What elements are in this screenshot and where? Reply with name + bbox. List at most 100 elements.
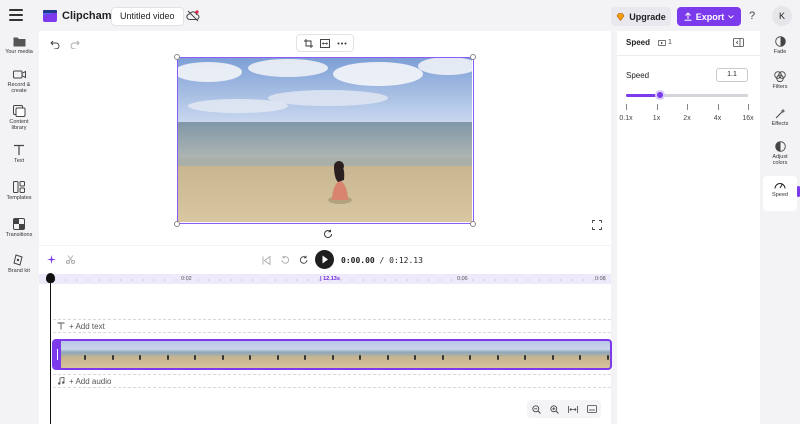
folder-icon [13,37,25,47]
slider-thumb[interactable] [655,90,666,100]
rewind-5-icon[interactable] [280,255,290,265]
camera-icon [12,70,26,79]
playback-controls: 0:00.00 / 0:12.13 [39,246,611,274]
ruler-dot [65,279,67,281]
rotate-icon[interactable] [323,229,333,239]
sidebar-item-record-create[interactable]: Record & create [0,69,38,94]
upgrade-button[interactable]: Upgrade [611,7,671,26]
undo-icon[interactable] [50,39,60,49]
sidebar-item-label: Templates [6,195,32,201]
ruler-dot [450,279,452,281]
video-clip-icon [658,39,666,46]
tab-adjust-colors[interactable]: Adjust colors [760,141,800,166]
more-options-icon[interactable] [337,42,347,45]
resize-handle[interactable] [470,54,476,60]
ruler-dot [395,279,397,281]
slider-tick-label: 1x [652,115,661,122]
current-time: 0:00.00 [341,256,375,265]
text-track[interactable]: + Add text [53,319,611,333]
speed-value-input[interactable]: 1.1 [716,68,748,82]
resize-handle[interactable] [470,221,476,227]
resize-handle[interactable] [174,54,180,60]
ruler-dot [285,279,287,281]
sidebar-item-content-library[interactable]: Content library [0,105,38,131]
speed-slider[interactable] [626,90,748,100]
text-icon [57,322,65,330]
crop-icon[interactable] [303,38,313,48]
ruler-dot [571,279,573,281]
sidebar-item-label: Transitions [5,232,33,238]
ruler-dot [582,279,584,281]
tab-speed[interactable]: Speed [760,180,800,198]
split-icon[interactable] [66,255,75,264]
sidebar-item-your-media[interactable]: Your media [0,36,38,55]
transitions-icon [13,218,25,230]
export-button[interactable]: Export [677,7,741,26]
resize-handle[interactable] [174,221,180,227]
avatar[interactable]: K [772,6,792,26]
sidebar-item-text[interactable]: Text [0,144,38,164]
tab-label: Speed [772,192,788,198]
tab-label: Adjust colors [772,154,788,166]
collapse-panel-icon[interactable] [733,38,744,47]
redo-icon[interactable] [70,39,80,49]
fit-timeline-icon[interactable] [567,405,578,414]
sidebar-item-label: Your media [5,49,33,55]
skip-back-icon[interactable] [262,256,271,265]
clipchamp-logo-icon [43,10,57,22]
ruler-dot [252,279,254,281]
fit-icon[interactable] [319,38,330,48]
ruler-dot [351,279,353,281]
sidebar-item-label: Content library [9,119,29,131]
ruler-tick-label: 0:06 [457,276,468,282]
zoom-in-icon[interactable] [549,404,559,414]
sidebar-item-brand-kit[interactable]: Brand kit [0,254,38,274]
ruler-dot [340,279,342,281]
video-preview[interactable] [177,57,474,224]
gem-icon [616,12,625,21]
caption-icon[interactable] [586,405,597,413]
zoom-out-icon[interactable] [531,404,541,414]
library-icon [12,105,25,117]
ruler-dot [153,279,155,281]
clip-trim-handle[interactable] [54,341,61,368]
ruler-dot [164,279,166,281]
fullscreen-icon[interactable] [592,220,602,230]
play-button[interactable] [315,250,334,269]
sidebar-item-templates[interactable]: Templates [0,181,38,201]
magic-icon[interactable] [47,255,56,264]
ruler-dot [87,279,89,281]
clip-thumbnail-figure [607,355,609,360]
ruler-dot [549,279,551,281]
slider-tick [748,104,749,110]
ruler-dot [230,279,232,281]
tab-filters[interactable]: Filters [760,71,800,90]
templates-icon [13,181,25,193]
sidebar-item-transitions[interactable]: Transitions [0,218,38,238]
top-bar: Clipchamp Untitled video Upgrade Export … [0,0,800,32]
help-button[interactable]: ? [749,10,755,22]
tab-effects[interactable]: Effects [760,108,800,127]
ruler-dot [483,279,485,281]
speed-panel: Speed 1 Speed 1.1 0.1x 1x 2x 4x 16x [617,31,760,424]
timeline-ruler[interactable]: 0:02 | 12.13s 0:06 0:08 [39,274,611,284]
menu-icon[interactable] [9,9,23,21]
add-text-label: + Add text [69,322,105,331]
upgrade-label: Upgrade [629,11,666,22]
effects-icon [775,108,785,119]
ruler-dot [263,279,265,281]
ruler-dot [219,279,221,281]
beach-scene-image [178,58,473,222]
video-clip[interactable] [52,339,612,370]
audio-track[interactable]: + Add audio [53,374,611,388]
cloud-sync-off-icon[interactable] [186,9,200,23]
add-audio-label: + Add audio [69,377,112,386]
ruler-dot [131,279,133,281]
project-title-field[interactable]: Untitled video [111,7,184,26]
tab-fade[interactable]: Fade [760,36,800,55]
app-name: Clipchamp [62,10,119,22]
forward-5-icon[interactable] [299,255,309,265]
slider-tick-label: 2x [683,115,691,122]
upload-icon [684,12,692,21]
ruler-dot [296,279,298,281]
